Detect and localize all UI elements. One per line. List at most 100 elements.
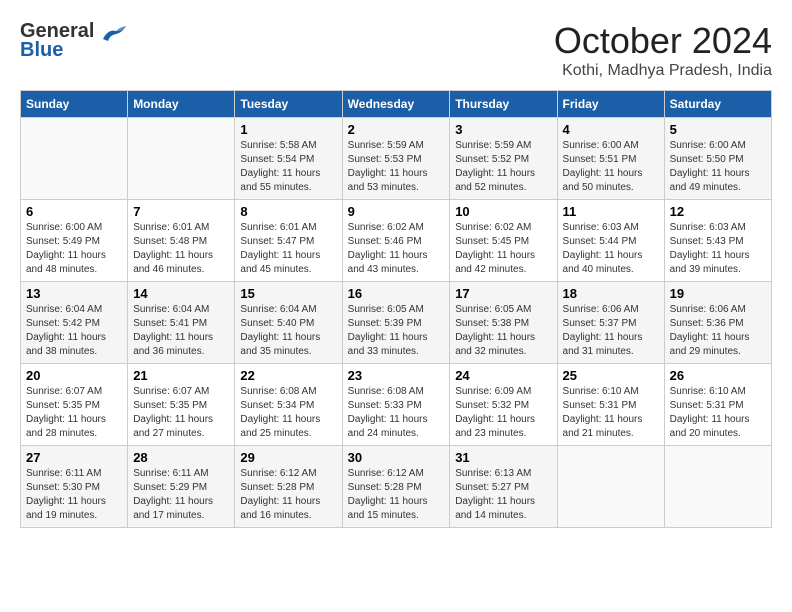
day-number: 23 [348,368,445,383]
day-cell: 26 Sunrise: 6:10 AM Sunset: 5:31 PM Dayli… [664,364,771,446]
header-row: SundayMondayTuesdayWednesdayThursdayFrid… [21,91,772,118]
day-info: Sunrise: 6:10 AM Sunset: 5:31 PM Dayligh… [670,385,766,441]
day-cell [664,446,771,528]
day-number: 11 [563,204,659,219]
day-cell: 19 Sunrise: 6:06 AM Sunset: 5:36 PM Dayli… [664,282,771,364]
day-number: 31 [455,450,551,465]
calendar-table: SundayMondayTuesdayWednesdayThursdayFrid… [20,90,772,528]
day-cell: 18 Sunrise: 6:06 AM Sunset: 5:37 PM Dayli… [557,282,664,364]
day-cell: 13 Sunrise: 6:04 AM Sunset: 5:42 PM Dayli… [21,282,128,364]
day-info: Sunrise: 6:07 AM Sunset: 5:35 PM Dayligh… [133,385,229,441]
day-info: Sunrise: 6:10 AM Sunset: 5:31 PM Dayligh… [563,385,659,441]
day-number: 13 [26,286,122,301]
day-cell: 3 Sunrise: 5:59 AM Sunset: 5:52 PM Daylig… [450,118,557,200]
day-info: Sunrise: 6:02 AM Sunset: 5:45 PM Dayligh… [455,221,551,277]
day-number: 3 [455,122,551,137]
day-info: Sunrise: 6:01 AM Sunset: 5:48 PM Dayligh… [133,221,229,277]
day-info: Sunrise: 5:59 AM Sunset: 5:52 PM Dayligh… [455,139,551,195]
week-row-1: 1 Sunrise: 5:58 AM Sunset: 5:54 PM Daylig… [21,118,772,200]
day-number: 19 [670,286,766,301]
day-number: 4 [563,122,659,137]
location-title: Kothi, Madhya Pradesh, India [554,62,772,80]
day-cell: 24Sunrise: 6:09 AM Sunset: 5:32 PM Dayli… [450,364,557,446]
day-number: 20 [26,368,122,383]
day-cell: 17 Sunrise: 6:05 AM Sunset: 5:38 PM Dayli… [450,282,557,364]
day-cell: 30 Sunrise: 6:12 AM Sunset: 5:28 PM Dayli… [342,446,450,528]
day-cell: 6 Sunrise: 6:00 AM Sunset: 5:49 PM Daylig… [21,200,128,282]
day-cell: 8Sunrise: 6:01 AM Sunset: 5:47 PM Daylig… [235,200,342,282]
day-number: 30 [348,450,445,465]
title-area: October 2024 Kothi, Madhya Pradesh, Indi… [554,20,772,80]
day-number: 14 [133,286,229,301]
day-cell: 29 Sunrise: 6:12 AM Sunset: 5:28 PM Dayli… [235,446,342,528]
day-info: Sunrise: 6:05 AM Sunset: 5:39 PM Dayligh… [348,303,445,359]
day-number: 15 [240,286,336,301]
day-cell: 15 Sunrise: 6:04 AM Sunset: 5:40 PM Dayli… [235,282,342,364]
day-cell: 9 Sunrise: 6:02 AM Sunset: 5:46 PM Daylig… [342,200,450,282]
day-info: Sunrise: 6:13 AM Sunset: 5:27 PM Dayligh… [455,467,551,523]
day-number: 10 [455,204,551,219]
day-cell: 7Sunrise: 6:01 AM Sunset: 5:48 PM Daylig… [128,200,235,282]
day-info: Sunrise: 6:04 AM Sunset: 5:42 PM Dayligh… [26,303,122,359]
day-cell: 21 Sunrise: 6:07 AM Sunset: 5:35 PM Dayli… [128,364,235,446]
day-number: 2 [348,122,445,137]
day-info: Sunrise: 6:06 AM Sunset: 5:37 PM Dayligh… [563,303,659,359]
day-number: 8 [240,204,336,219]
day-cell [21,118,128,200]
day-info: Sunrise: 5:59 AM Sunset: 5:53 PM Dayligh… [348,139,445,195]
col-header-thursday: Thursday [450,91,557,118]
day-info: Sunrise: 6:03 AM Sunset: 5:43 PM Dayligh… [670,221,766,277]
day-cell: 27 Sunrise: 6:11 AM Sunset: 5:30 PM Dayli… [21,446,128,528]
day-number: 1 [240,122,336,137]
day-number: 12 [670,204,766,219]
day-number: 26 [670,368,766,383]
day-cell: 28 Sunrise: 6:11 AM Sunset: 5:29 PM Dayli… [128,446,235,528]
day-cell: 20Sunrise: 6:07 AM Sunset: 5:35 PM Dayli… [21,364,128,446]
day-number: 29 [240,450,336,465]
col-header-monday: Monday [128,91,235,118]
col-header-wednesday: Wednesday [342,91,450,118]
month-title: October 2024 [554,20,772,62]
day-cell [128,118,235,200]
logo: General Blue [20,20,128,62]
day-info: Sunrise: 6:08 AM Sunset: 5:34 PM Dayligh… [240,385,336,441]
day-info: Sunrise: 6:00 AM Sunset: 5:51 PM Dayligh… [563,139,659,195]
day-cell: 2 Sunrise: 5:59 AM Sunset: 5:53 PM Daylig… [342,118,450,200]
day-info: Sunrise: 6:02 AM Sunset: 5:46 PM Dayligh… [348,221,445,277]
day-number: 25 [563,368,659,383]
day-number: 27 [26,450,122,465]
day-number: 6 [26,204,122,219]
day-info: Sunrise: 6:00 AM Sunset: 5:50 PM Dayligh… [670,139,766,195]
day-info: Sunrise: 6:08 AM Sunset: 5:33 PM Dayligh… [348,385,445,441]
col-header-tuesday: Tuesday [235,91,342,118]
week-row-3: 13 Sunrise: 6:04 AM Sunset: 5:42 PM Dayli… [21,282,772,364]
col-header-friday: Friday [557,91,664,118]
day-cell: 23 Sunrise: 6:08 AM Sunset: 5:33 PM Dayli… [342,364,450,446]
day-cell: 16Sunrise: 6:05 AM Sunset: 5:39 PM Dayli… [342,282,450,364]
day-info: Sunrise: 6:03 AM Sunset: 5:44 PM Dayligh… [563,221,659,277]
day-cell: 4 Sunrise: 6:00 AM Sunset: 5:51 PM Daylig… [557,118,664,200]
week-row-2: 6 Sunrise: 6:00 AM Sunset: 5:49 PM Daylig… [21,200,772,282]
day-info: Sunrise: 5:58 AM Sunset: 5:54 PM Dayligh… [240,139,336,195]
day-info: Sunrise: 6:05 AM Sunset: 5:38 PM Dayligh… [455,303,551,359]
day-info: Sunrise: 6:06 AM Sunset: 5:36 PM Dayligh… [670,303,766,359]
day-number: 21 [133,368,229,383]
col-header-sunday: Sunday [21,91,128,118]
week-row-5: 27 Sunrise: 6:11 AM Sunset: 5:30 PM Dayli… [21,446,772,528]
week-row-4: 20 Sunrise: 6:07 AM Sunset: 5:35 PM Dayli… [21,364,772,446]
day-info: Sunrise: 6:11 AM Sunset: 5:29 PM Dayligh… [133,467,229,523]
day-number: 24 [455,368,551,383]
day-info: Sunrise: 6:12 AM Sunset: 5:28 PM Dayligh… [348,467,445,523]
day-info: Sunrise: 6:11 AM Sunset: 5:30 PM Dayligh… [26,467,122,523]
day-info: Sunrise: 6:00 AM Sunset: 5:49 PM Dayligh… [26,221,122,277]
day-cell [557,446,664,528]
day-number: 28 [133,450,229,465]
day-info: Sunrise: 6:12 AM Sunset: 5:28 PM Dayligh… [240,467,336,523]
col-header-saturday: Saturday [664,91,771,118]
day-info: Sunrise: 6:04 AM Sunset: 5:40 PM Dayligh… [240,303,336,359]
day-number: 9 [348,204,445,219]
header: General Blue October 2024 Kothi, Madhya … [20,20,772,80]
day-cell: 1 Sunrise: 5:58 AM Sunset: 5:54 PM Daylig… [235,118,342,200]
day-number: 17 [455,286,551,301]
day-number: 18 [563,286,659,301]
